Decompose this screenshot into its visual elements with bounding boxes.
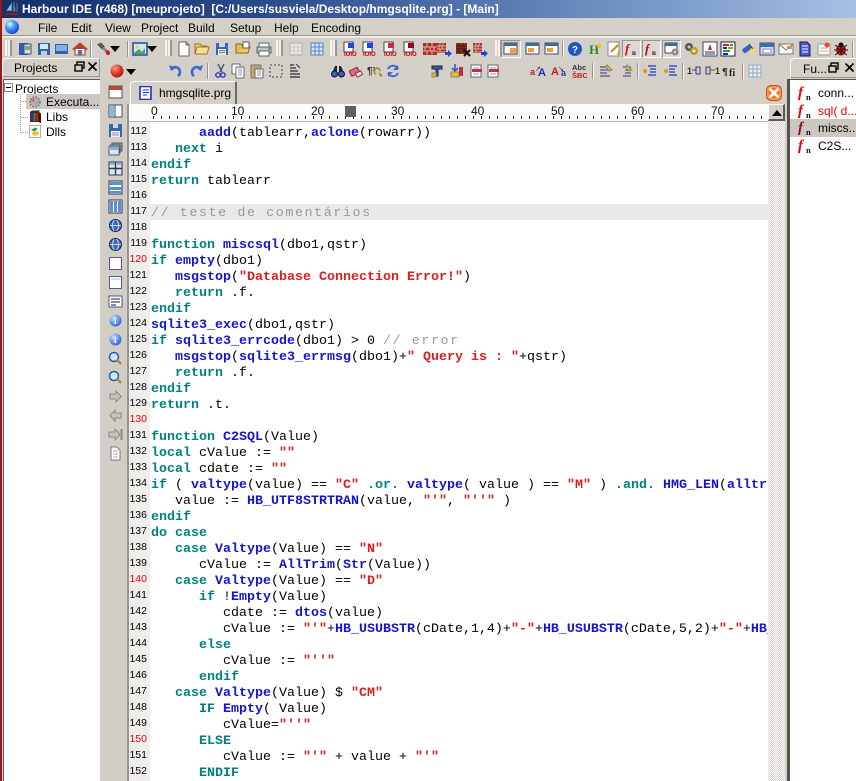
svg-text:f: f (645, 41, 651, 56)
svg-text:IOIO: IOIO (404, 52, 417, 57)
svg-text:?: ? (572, 45, 578, 56)
svg-text:f: f (798, 120, 805, 136)
svg-text:n: n (632, 49, 636, 57)
svg-text:1: 1 (687, 66, 692, 76)
svg-text:n: n (806, 92, 811, 101)
svg-text:¶: ¶ (722, 66, 728, 78)
svg-text:H: H (589, 42, 599, 57)
svg-text:f: f (625, 41, 631, 56)
svg-text:A: A (538, 67, 546, 79)
svg-text:n: n (806, 110, 811, 119)
svg-text:¶¹: ¶¹ (367, 66, 377, 77)
svg-text:IOIO: IOIO (344, 52, 357, 57)
svg-text:a: a (561, 68, 567, 78)
svg-text:n: n (652, 49, 656, 57)
svg-text:f: f (798, 85, 805, 101)
svg-text:n: n (806, 145, 811, 154)
svg-text:f: f (798, 138, 805, 154)
svg-text:fi: fi (729, 68, 735, 79)
svg-text:1: 1 (715, 66, 720, 76)
svg-text:IOIO: IOIO (363, 52, 376, 57)
svg-text:n: n (806, 127, 811, 136)
svg-text:f: f (798, 103, 805, 119)
svg-text:IOIO: IOIO (384, 52, 397, 57)
svg-text:ŠBC: ŠBC (572, 71, 587, 79)
